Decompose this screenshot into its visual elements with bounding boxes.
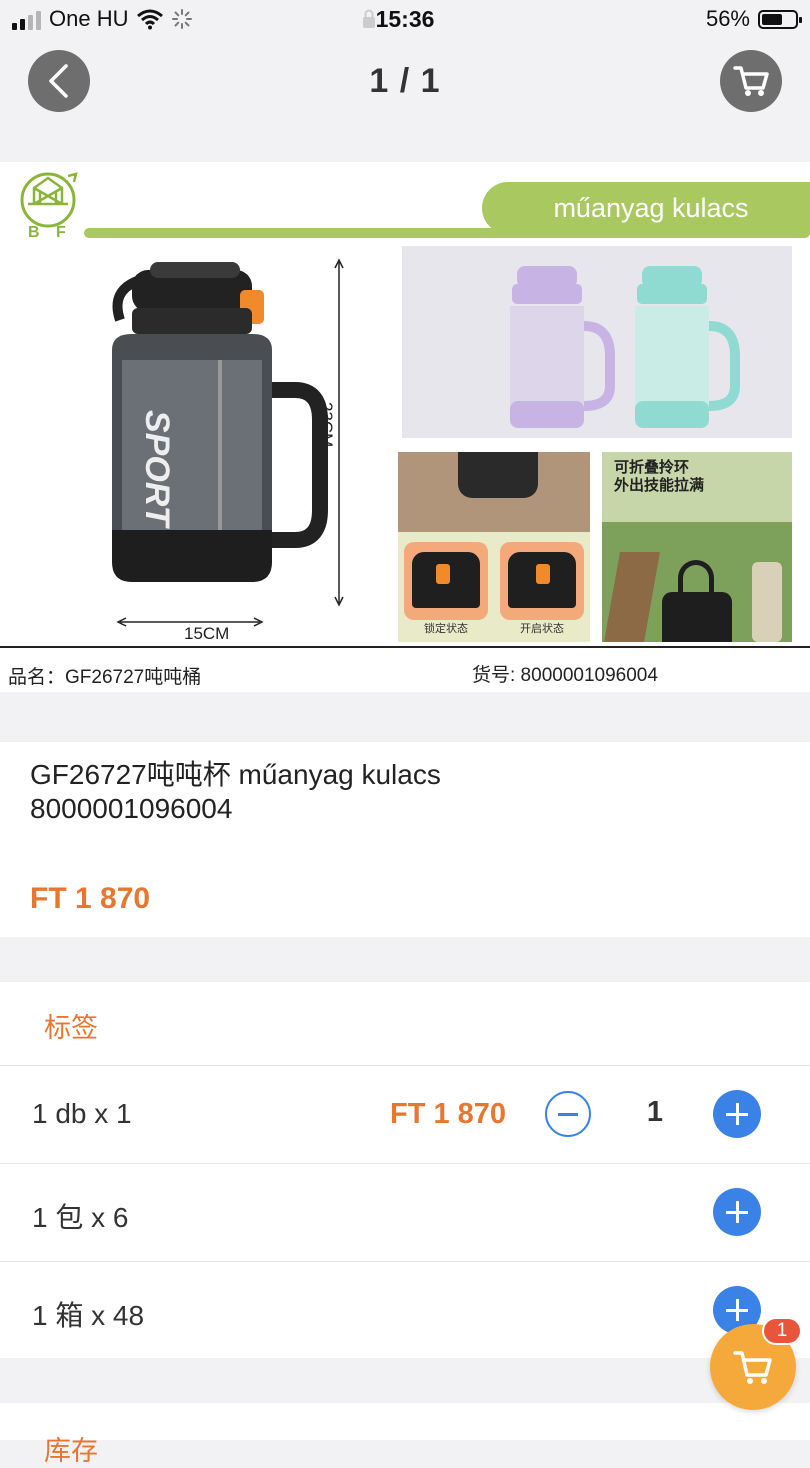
page-counter: 1 / 1 xyxy=(369,62,441,100)
photo-lid-states: 锁定状态 开启状态 xyxy=(398,452,590,642)
caption-code: 货号: 8000001096004 xyxy=(472,665,658,686)
product-title: GF26727吨吨杯 műanyag kulacs 8000001096004 xyxy=(30,759,441,824)
option-label: 1 包 x 6 xyxy=(32,1202,129,1233)
lock-state-label: 锁定状态 xyxy=(424,623,468,635)
bottle-purple-icon xyxy=(510,266,615,428)
open-state-label: 开启状态 xyxy=(520,623,564,635)
banner-title: műanyag kulacs xyxy=(482,182,810,234)
option-label: 1 db x 1 xyxy=(32,1098,132,1129)
cart-icon xyxy=(733,1351,772,1384)
decrease-quantity-button[interactable] xyxy=(545,1091,591,1137)
status-time: 15:36 xyxy=(375,6,435,32)
options-label: 标签 xyxy=(44,1013,98,1043)
option-row-2: 1 包 x 6 xyxy=(0,1163,810,1261)
product-image[interactable]: B F műanyag kulacs SPORT 23CM 15CM 锁定状态 … xyxy=(0,162,810,692)
product-price: FT 1 870 xyxy=(30,882,151,915)
options-section: 标签 1 db x 1 FT 1 870 1 1 包 x 6 1 箱 x 48 xyxy=(0,982,810,1358)
status-right: 56% xyxy=(705,6,802,32)
add-pack-button[interactable] xyxy=(713,1188,761,1236)
lifestyle-caption-2: 外出技能拉满 xyxy=(614,477,705,494)
nav-bar: 1 / 1 xyxy=(0,50,810,116)
photo-colors xyxy=(402,246,792,438)
status-bar: One HU 15:36 56% xyxy=(0,0,810,40)
battery-percent: 56% xyxy=(705,6,750,31)
height-label: 23CM xyxy=(317,402,336,448)
brand-text: B F xyxy=(28,224,72,241)
bottle-mint-icon xyxy=(635,266,740,428)
quantity-value: 1 xyxy=(646,1096,664,1128)
option-row-1: 1 db x 1 FT 1 870 1 xyxy=(0,1065,810,1163)
option-price: FT 1 870 xyxy=(390,1098,507,1130)
option-label: 1 箱 x 48 xyxy=(32,1300,145,1331)
stock-section: 库存 xyxy=(0,1403,810,1466)
cart-button[interactable] xyxy=(720,50,782,112)
stock-label: 库存 xyxy=(44,1436,98,1466)
cart-icon xyxy=(733,66,769,96)
bf-logo-icon xyxy=(20,172,78,228)
width-label: 15CM xyxy=(184,624,230,643)
option-row-3: 1 箱 x 48 xyxy=(0,1261,810,1359)
cart-count-badge: 1 xyxy=(762,1317,802,1345)
caption-name: 品名：GF26727吨吨桶 xyxy=(8,667,202,688)
photo-lifestyle: 可折叠拎环 外出技能拉满 xyxy=(602,452,792,642)
increase-quantity-button[interactable] xyxy=(713,1090,761,1138)
battery-icon xyxy=(758,9,802,29)
image-caption: 品名：GF26727吨吨桶 货号: 8000001096004 xyxy=(0,646,810,692)
product-info: GF26727吨吨杯 műanyag kulacs 8000001096004 … xyxy=(0,742,810,937)
